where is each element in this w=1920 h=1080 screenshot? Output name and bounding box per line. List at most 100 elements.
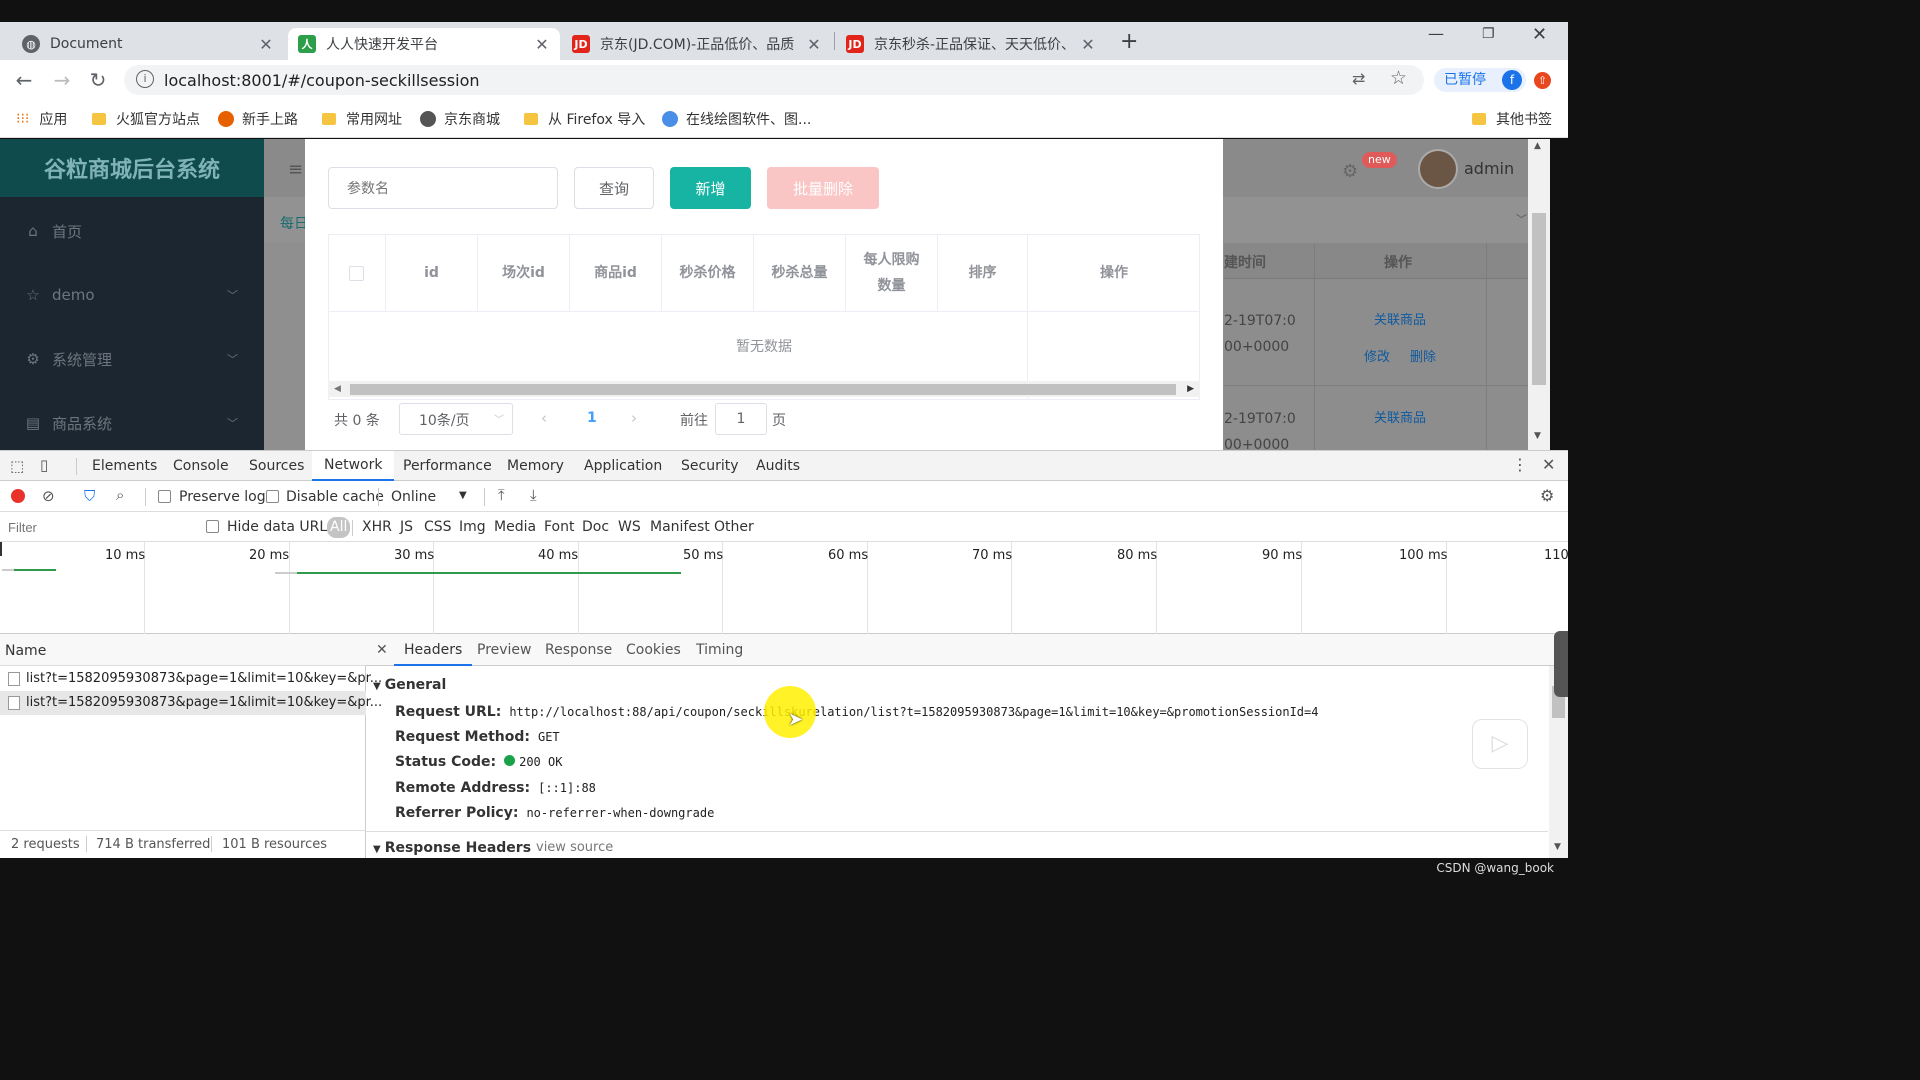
detail-tab-headers[interactable]: Headers xyxy=(394,634,473,666)
type-filter-img[interactable]: Img xyxy=(459,519,486,535)
detail-tab-preview[interactable]: Preview xyxy=(477,642,532,658)
response-headers-toggle[interactable]: ▼ Response Headers xyxy=(373,840,531,856)
type-filter-all[interactable]: All xyxy=(327,517,351,538)
detail-tab-cookies[interactable]: Cookies xyxy=(626,642,681,658)
close-devtools-icon[interactable]: ✕ xyxy=(1542,455,1555,474)
link-products-button[interactable]: 关联商品 xyxy=(1374,309,1426,328)
scroll-right-icon[interactable]: ▶ xyxy=(1187,381,1194,397)
type-filter-js[interactable]: JS xyxy=(400,519,413,535)
export-har-icon[interactable]: ⤓ xyxy=(530,486,537,504)
tab-memory[interactable]: Memory xyxy=(507,451,564,481)
next-page-icon[interactable]: › xyxy=(631,409,637,427)
search-icon[interactable]: ⌕ xyxy=(116,486,124,504)
type-filter-xhr[interactable]: XHR xyxy=(362,519,392,535)
type-filter-css[interactable]: CSS xyxy=(424,519,452,535)
type-filter-font[interactable]: Font xyxy=(544,519,574,535)
scroll-left-icon[interactable]: ◀ xyxy=(334,381,341,397)
detail-tab-timing[interactable]: Timing xyxy=(696,642,743,658)
bookmark-firefox-site[interactable]: 火狐官方站点 xyxy=(92,109,200,129)
sidebar-item-system[interactable]: ⚙ 系统管理 ﹀ xyxy=(0,339,264,379)
query-button[interactable]: 查询 xyxy=(574,167,654,209)
address-bar[interactable]: i localhost:8001/#/coupon-seckillsession… xyxy=(124,65,1424,95)
scrollbar-thumb[interactable] xyxy=(350,384,1176,395)
add-button[interactable]: 新增 xyxy=(670,167,751,209)
view-source-link[interactable]: view source xyxy=(536,840,613,855)
browser-tab-jd[interactable]: JD 京东(JD.COM)-正品低价、品质 ✕ xyxy=(562,28,832,60)
bookmark-getting-started[interactable]: 新手上路 xyxy=(218,109,298,129)
hide-data-urls-checkbox[interactable] xyxy=(206,520,219,533)
translate-icon[interactable]: ⇄ xyxy=(1352,69,1365,88)
bookmark-drawing[interactable]: 在线绘图软件、图... xyxy=(662,109,811,129)
tab-elements[interactable]: Elements xyxy=(92,451,157,481)
edit-button[interactable]: 修改 xyxy=(1364,346,1390,365)
browser-tab-document[interactable]: ◍ Document ✕ xyxy=(12,28,284,60)
content-tab-partial[interactable]: 每日 xyxy=(280,213,308,233)
record-icon[interactable] xyxy=(11,489,25,503)
restore-icon[interactable]: ❐ xyxy=(1482,26,1495,42)
prev-page-icon[interactable]: ‹ xyxy=(541,409,547,427)
device-toggle-icon[interactable]: ▯ xyxy=(40,456,48,474)
disable-cache-checkbox[interactable] xyxy=(266,490,279,503)
request-url-value[interactable]: http://localhost:88/api/coupon/seckillsk… xyxy=(509,705,1318,719)
kebab-menu-icon[interactable]: ⋮ xyxy=(1512,455,1528,474)
page-scrollbar[interactable]: ▲ ▼ xyxy=(1528,139,1550,450)
select-all-checkbox[interactable] xyxy=(349,265,364,281)
scroll-down-icon[interactable]: ▼ xyxy=(1534,431,1541,441)
bookmark-import-firefox[interactable]: 从 Firefox 导入 xyxy=(524,109,645,129)
page-size-select[interactable]: 10条/页 ﹀ xyxy=(399,403,513,435)
current-page[interactable]: 1 xyxy=(587,410,597,426)
extension-icon[interactable]: ⇧ xyxy=(1534,72,1551,89)
type-filter-other[interactable]: Other xyxy=(714,519,754,535)
sync-paused-button[interactable]: 已暂停 f xyxy=(1434,68,1526,92)
request-row-selected[interactable]: list?t=1582095930873&page=1&limit=10&key… xyxy=(0,691,382,715)
link-products-button[interactable]: 关联商品 xyxy=(1374,407,1426,426)
inspect-element-icon[interactable]: ⬚ xyxy=(10,457,24,475)
play-overlay-icon[interactable]: ▷ xyxy=(1472,719,1528,769)
filter-icon[interactable]: ⛉ xyxy=(84,487,95,505)
menu-toggle-icon[interactable]: ≡ xyxy=(288,159,303,180)
bookmark-common-sites[interactable]: 常用网址 xyxy=(322,109,402,129)
param-name-input[interactable] xyxy=(328,167,558,209)
batch-delete-button[interactable]: 批量删除 xyxy=(767,167,879,209)
side-handle[interactable] xyxy=(1554,631,1568,697)
browser-tab-renren[interactable]: 人 人人快速开发平台 ✕ xyxy=(288,28,560,60)
info-icon[interactable]: i xyxy=(136,70,154,88)
type-filter-media[interactable]: Media xyxy=(494,519,536,535)
timeline-overview[interactable]: 10 ms 20 ms 30 ms 40 ms 50 ms 60 ms 70 m… xyxy=(0,542,1568,634)
name-column-header[interactable]: Name xyxy=(5,643,46,659)
bookmark-other[interactable]: 其他书签 xyxy=(1472,109,1552,129)
new-tab-icon[interactable]: + xyxy=(1120,29,1138,54)
window-close-icon[interactable]: ✕ xyxy=(1532,24,1547,45)
type-filter-manifest[interactable]: Manifest xyxy=(650,519,710,535)
star-bookmark-icon[interactable]: ☆ xyxy=(1390,67,1407,89)
tab-performance[interactable]: Performance xyxy=(403,451,492,481)
tab-network[interactable]: Network xyxy=(312,451,395,481)
request-row[interactable]: list?t=1582095930873&page=1&limit=10&key… xyxy=(0,667,382,691)
detail-tab-response[interactable]: Response xyxy=(545,642,612,658)
sidebar-item-home[interactable]: ⌂ 首页 xyxy=(0,211,264,251)
reload-icon[interactable]: ↻ xyxy=(86,68,110,92)
network-settings-icon[interactable]: ⚙ xyxy=(1540,486,1554,505)
goto-page-input[interactable]: 1 xyxy=(715,403,767,435)
bookmark-jd[interactable]: 京东商城 xyxy=(420,109,500,129)
delete-button[interactable]: 删除 xyxy=(1410,346,1436,365)
close-icon[interactable]: ✕ xyxy=(1080,35,1096,54)
horizontal-scrollbar[interactable]: ◀ ▶ xyxy=(328,381,1200,397)
throttle-select[interactable]: Online ▼ xyxy=(391,489,475,505)
minimize-icon[interactable]: — xyxy=(1428,24,1444,43)
forward-icon[interactable]: → xyxy=(50,68,74,92)
close-icon[interactable]: ✕ xyxy=(258,35,274,54)
close-detail-icon[interactable]: ✕ xyxy=(376,642,388,658)
tab-security[interactable]: Security xyxy=(681,451,739,481)
tab-console[interactable]: Console xyxy=(173,451,229,481)
tab-audits[interactable]: Audits xyxy=(756,451,800,481)
close-icon[interactable]: ✕ xyxy=(806,35,822,54)
general-section-toggle[interactable]: ▼ General xyxy=(373,677,446,693)
scroll-down-icon[interactable]: ▼ xyxy=(1554,842,1561,852)
filter-input[interactable] xyxy=(2,517,192,537)
import-har-icon[interactable]: ⤒ xyxy=(498,486,505,504)
tab-sources[interactable]: Sources xyxy=(249,451,304,481)
type-filter-doc[interactable]: Doc xyxy=(582,519,609,535)
sidebar-item-product[interactable]: ▤ 商品系统 ﹀ xyxy=(0,403,264,443)
preserve-log-checkbox[interactable] xyxy=(158,490,171,503)
